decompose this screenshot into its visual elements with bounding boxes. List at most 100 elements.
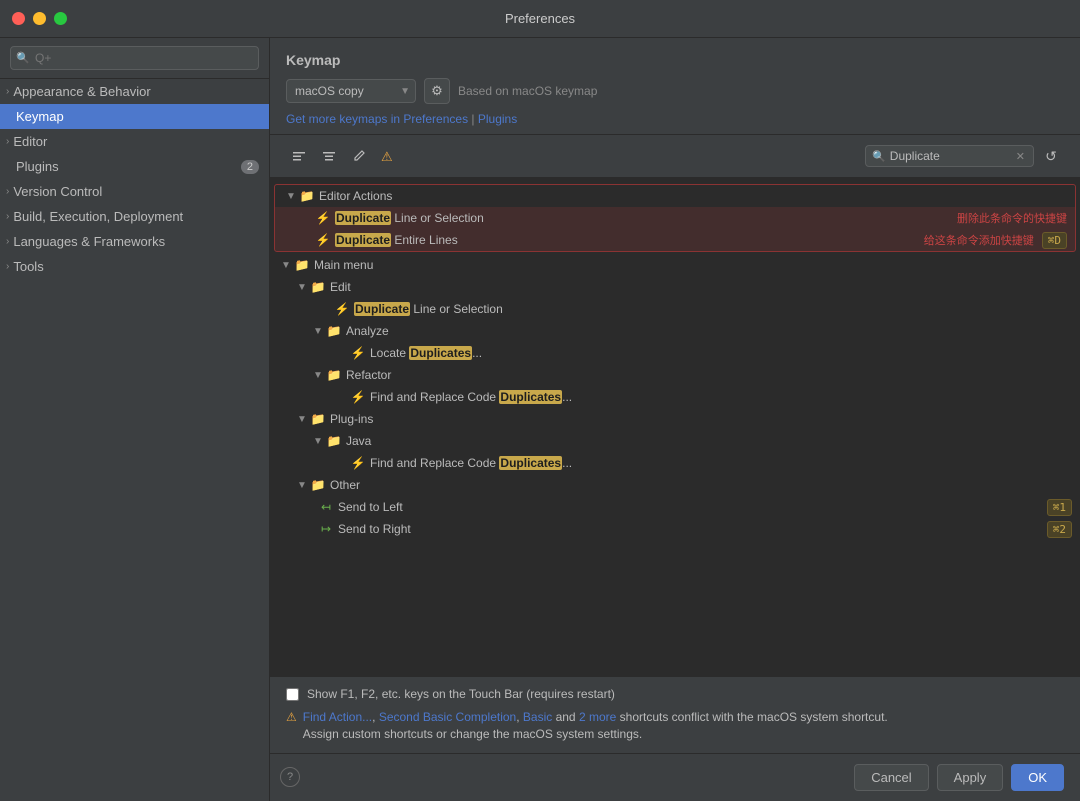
touchbar-checkbox-row: Show F1, F2, etc. keys on the Touch Bar … xyxy=(286,687,1064,701)
warning-text: Find Action..., Second Basic Completion,… xyxy=(303,709,888,743)
tree-row-edit-duplicate[interactable]: ⚡ Duplicate Line or Selection xyxy=(270,298,1080,320)
window-title: Preferences xyxy=(505,11,575,26)
search-icon: 🔍 xyxy=(872,150,886,163)
warning-icon: ⚠ xyxy=(286,710,297,724)
sidebar-search-input[interactable] xyxy=(10,46,259,70)
edit-shortcut-button[interactable] xyxy=(346,143,372,169)
sidebar-item-editor[interactable]: › Editor xyxy=(0,129,269,154)
highlight-duplicate: Duplicate xyxy=(335,211,391,225)
tree-row-java[interactable]: ▼ 📁 Java xyxy=(270,430,1080,452)
ok-button[interactable]: OK xyxy=(1011,764,1064,791)
touchbar-label[interactable]: Show F1, F2, etc. keys on the Touch Bar … xyxy=(307,687,615,701)
keymap-based-text: Based on macOS keymap xyxy=(458,84,597,98)
keymap-search-box[interactable]: 🔍 ✕ xyxy=(865,145,1034,167)
keymap-select[interactable]: macOS copy xyxy=(286,79,416,103)
tree-row-plugins[interactable]: ▼ 📁 Plug-ins xyxy=(270,408,1080,430)
content-area: Keymap macOS copy ▼ ⚙ Based on macOS key… xyxy=(270,38,1080,801)
sidebar-item-label: Plugins xyxy=(16,159,59,174)
sidebar-item-label: Appearance & Behavior xyxy=(13,84,150,99)
action-icon: ⚡ xyxy=(350,389,366,405)
keymap-gear-button[interactable]: ⚙ xyxy=(424,78,450,104)
cancel-button[interactable]: Cancel xyxy=(854,764,928,791)
sidebar-item-label: Keymap xyxy=(16,109,64,124)
sidebar-item-keymap[interactable]: Keymap xyxy=(0,104,269,129)
window-controls[interactable] xyxy=(12,12,67,25)
expand-icon: ▼ xyxy=(278,260,294,271)
more-link[interactable]: 2 more xyxy=(579,710,616,724)
basic-link[interactable]: Basic xyxy=(523,710,552,724)
sidebar-item-label: Version Control xyxy=(13,184,102,199)
sidebar-item-tools[interactable]: › Tools xyxy=(0,254,269,279)
tree-row-editor-actions[interactable]: ▼ 📁 Editor Actions xyxy=(275,185,1075,207)
touchbar-checkbox[interactable] xyxy=(286,688,299,701)
tree-row-other[interactable]: ▼ 📁 Other xyxy=(270,474,1080,496)
arrow-icon: › xyxy=(6,261,9,272)
keymap-toolbar: ⚠ 🔍 ✕ ↺ xyxy=(270,135,1080,178)
arrow-icon: › xyxy=(6,136,9,147)
folder-icon: 📁 xyxy=(299,188,315,204)
highlight-duplicate: Duplicate xyxy=(335,233,391,247)
content-header: Keymap macOS copy ▼ ⚙ Based on macOS key… xyxy=(270,38,1080,135)
tree-row-send-right[interactable]: ↦ Send to Right ⌘2 xyxy=(270,518,1080,540)
expand-icon: ▼ xyxy=(310,326,326,337)
close-button[interactable] xyxy=(12,12,25,25)
tree-row-java-duplicates[interactable]: ⚡ Find and Replace Code Duplicates... xyxy=(270,452,1080,474)
keymap-select-wrapper[interactable]: macOS copy ▼ xyxy=(286,79,416,103)
keymap-search-input[interactable] xyxy=(890,149,1010,163)
second-basic-link[interactable]: Second Basic Completion xyxy=(379,710,516,724)
tree-row-edit[interactable]: ▼ 📁 Edit xyxy=(270,276,1080,298)
sidebar-search-area[interactable]: 🔍 xyxy=(0,38,269,79)
highlight-duplicate: Duplicate xyxy=(354,302,410,316)
keymap-tree[interactable]: ▼ 📁 Editor Actions ⚡ Duplicate Line or S… xyxy=(270,178,1080,676)
tree-row-locate-duplicates[interactable]: ⚡ Locate Duplicates... xyxy=(270,342,1080,364)
tree-item-label: Duplicate Line or Selection xyxy=(354,302,1072,316)
tree-item-label: Refactor xyxy=(346,368,1072,382)
main-layout: 🔍 › Appearance & Behavior Keymap › Edito… xyxy=(0,38,1080,801)
sidebar-item-languages[interactable]: › Languages & Frameworks xyxy=(0,229,269,254)
tree-item-label: Main menu xyxy=(314,258,1072,272)
expand-icon: ▼ xyxy=(310,370,326,381)
tree-item-label: Editor Actions xyxy=(319,189,1067,203)
sidebar-item-label: Editor xyxy=(13,134,47,149)
tree-item-label: Send to Left xyxy=(338,500,1039,514)
sidebar-item-appearance[interactable]: › Appearance & Behavior xyxy=(0,79,269,104)
arrow-icon: › xyxy=(6,236,9,247)
highlight-duplicate: Duplicates xyxy=(499,390,562,404)
indent-more-button[interactable] xyxy=(316,143,342,169)
maximize-button[interactable] xyxy=(54,12,67,25)
get-more-keymaps-link[interactable]: Get more keymaps in Preferences xyxy=(286,112,468,126)
reload-button[interactable]: ↺ xyxy=(1038,143,1064,169)
folder-icon: 📁 xyxy=(326,367,342,383)
tree-item-label: Duplicate Entire Lines xyxy=(335,233,904,247)
indent-less-button[interactable] xyxy=(286,143,312,169)
sidebar-item-plugins[interactable]: Plugins 2 xyxy=(0,154,269,179)
sidebar-item-build[interactable]: › Build, Execution, Deployment xyxy=(0,204,269,229)
tree-row-analyze[interactable]: ▼ 📁 Analyze xyxy=(270,320,1080,342)
send-right-icon: ↦ xyxy=(318,521,334,537)
content-title: Keymap xyxy=(286,52,1064,68)
arrow-icon: › xyxy=(6,86,9,97)
action-icon: ⚡ xyxy=(315,210,331,226)
find-action-link[interactable]: Find Action... xyxy=(303,710,372,724)
tree-row-main-menu[interactable]: ▼ 📁 Main menu xyxy=(270,254,1080,276)
sidebar-item-version-control[interactable]: › Version Control xyxy=(0,179,269,204)
tree-row-refactor-duplicates[interactable]: ⚡ Find and Replace Code Duplicates... xyxy=(270,386,1080,408)
tree-row-refactor[interactable]: ▼ 📁 Refactor xyxy=(270,364,1080,386)
tree-row-send-left[interactable]: ↤ Send to Left ⌘1 xyxy=(270,496,1080,518)
plugins-link[interactable]: Plugins xyxy=(478,112,517,126)
tree-row-duplicate-entire-lines[interactable]: ⚡ Duplicate Entire Lines 给这条命令添加快捷键 ⌘D xyxy=(275,229,1075,251)
tree-row-duplicate-line-selection[interactable]: ⚡ Duplicate Line or Selection 删除此条命令的快捷键 xyxy=(275,207,1075,229)
search-clear-button[interactable]: ✕ xyxy=(1014,150,1027,163)
folder-icon: 📁 xyxy=(326,323,342,339)
search-icon: 🔍 xyxy=(16,52,30,65)
shortcut-badge: ⌘D xyxy=(1042,232,1067,249)
warning-row: ⚠ Find Action..., Second Basic Completio… xyxy=(286,709,1064,743)
minimize-button[interactable] xyxy=(33,12,46,25)
help-button[interactable]: ? xyxy=(280,767,300,787)
dialog-buttons: Cancel Apply OK xyxy=(270,753,1080,801)
show-conflicts-button[interactable]: ⚠ xyxy=(376,143,402,169)
apply-button[interactable]: Apply xyxy=(937,764,1004,791)
arrow-icon: › xyxy=(6,211,9,222)
shortcut-badge: ⌘2 xyxy=(1047,521,1072,538)
svg-text:⚠: ⚠ xyxy=(381,149,393,164)
